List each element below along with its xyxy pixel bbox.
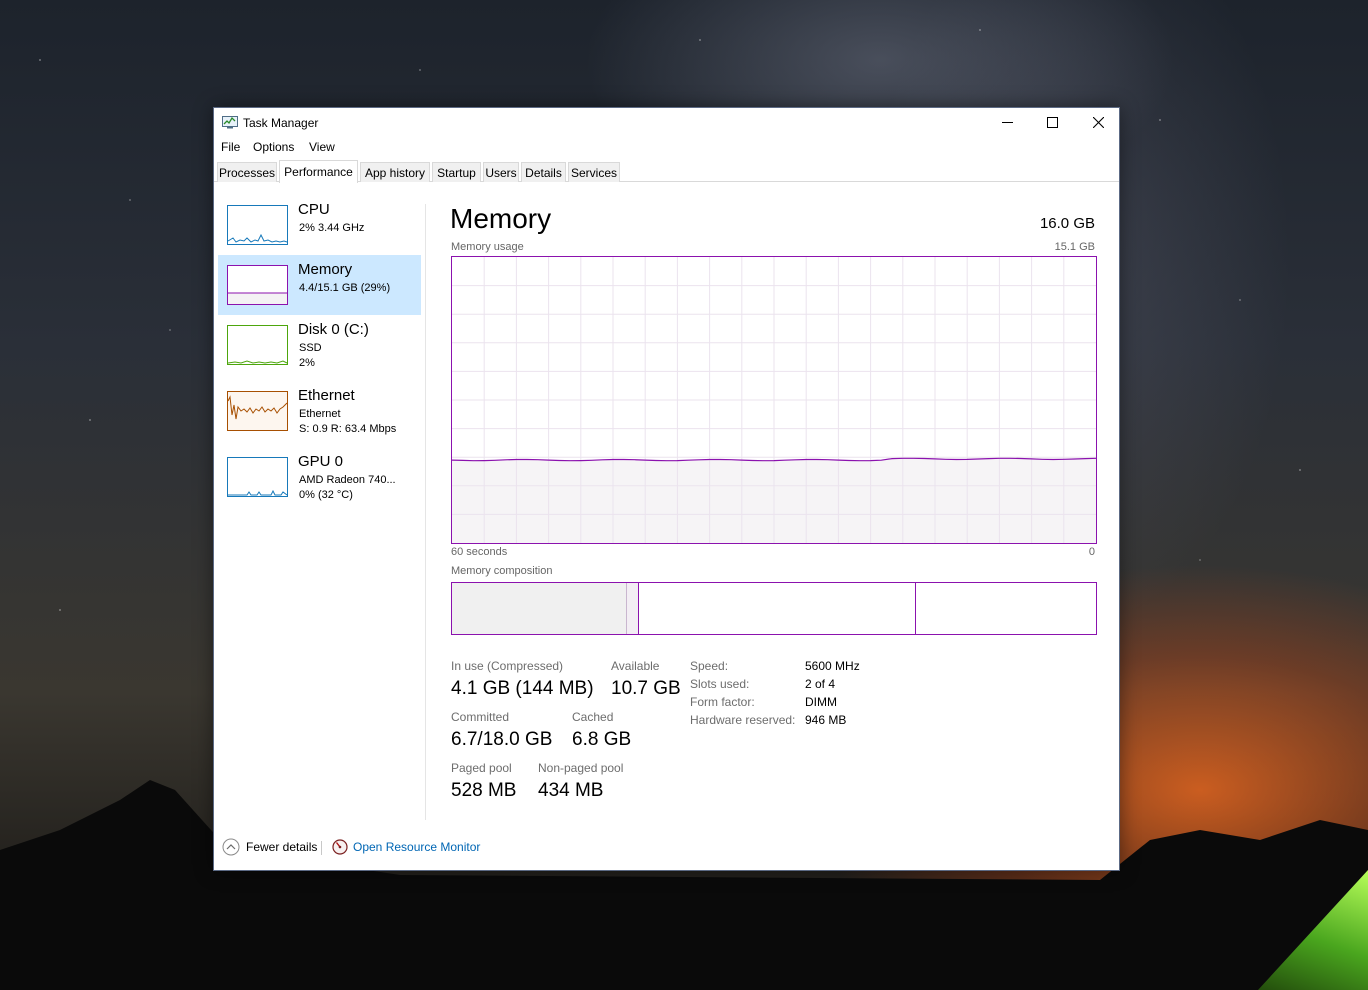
committed-value: 6.7/18.0 GB <box>451 729 553 750</box>
speed-label: Speed: <box>690 659 729 673</box>
maximize-icon <box>1046 116 1058 128</box>
maximize-button[interactable] <box>1029 108 1075 136</box>
footer-separator <box>321 841 322 855</box>
non-paged-pool-label: Non-paged pool <box>538 761 624 775</box>
tab-bar: Processes Performance App history Startu… <box>214 160 1119 183</box>
sidebar-item-detail: SSD <box>299 342 322 354</box>
menu-file[interactable]: File <box>221 140 240 154</box>
graph-axis-right-label: 0 <box>1088 546 1095 558</box>
tab-processes[interactable]: Processes <box>217 162 277 182</box>
sidebar-item-label: CPU <box>298 201 330 218</box>
menu-view[interactable]: View <box>309 140 335 154</box>
cached-value: 6.8 GB <box>572 729 632 750</box>
composition-in-use[interactable] <box>452 583 626 634</box>
paged-pool-value: 528 MB <box>451 780 517 801</box>
ethernet-thumbnail-graph <box>227 391 288 431</box>
hardware-reserved-value: 946 MB <box>805 713 847 727</box>
sidebar-item-label: Memory <box>298 261 353 278</box>
form-factor-label: Form factor: <box>690 695 755 709</box>
composition-modified[interactable] <box>625 583 639 634</box>
sidebar-item-label: Disk 0 (C:) <box>298 321 369 338</box>
fewer-details-label: Fewer details <box>246 840 318 854</box>
sidebar-item-memory[interactable]: Memory 4.4/15.1 GB (29%) <box>218 255 421 315</box>
sidebar-item-cpu[interactable]: CPU 2% 3.44 GHz <box>218 195 421 255</box>
cpu-thumbnail-graph <box>227 205 288 245</box>
sidebar-item-detail: 2% <box>299 357 315 369</box>
open-resource-monitor-link[interactable]: Open Resource Monitor <box>332 837 480 857</box>
minimize-icon <box>1001 121 1013 123</box>
sidebar-item-detail: 4.4/15.1 GB (29%) <box>299 282 391 294</box>
paged-pool-label: Paged pool <box>451 761 512 775</box>
disk-thumbnail-graph <box>227 325 288 365</box>
composition-free[interactable] <box>915 583 1096 634</box>
sidebar-item-ethernet[interactable]: Ethernet Ethernet S: 0.9 R: 63.4 Mbps <box>218 381 421 441</box>
close-button[interactable] <box>1075 108 1121 136</box>
sidebar-item-detail: 0% (32 °C) <box>299 489 353 501</box>
sidebar-item-disk[interactable]: Disk 0 (C:) SSD 2% <box>218 315 421 375</box>
memory-usage-graph <box>451 256 1097 544</box>
menu-options[interactable]: Options <box>253 140 294 154</box>
sidebar-item-detail: Ethernet <box>299 408 341 420</box>
slots-used-label: Slots used: <box>690 677 750 691</box>
open-resource-monitor-label: Open Resource Monitor <box>353 840 481 854</box>
slots-used-value: 2 of 4 <box>805 677 836 691</box>
committed-label: Committed <box>451 710 510 724</box>
tab-app-history[interactable]: App history <box>360 162 430 182</box>
graph-axis-left-label: 60 seconds <box>451 546 508 558</box>
tab-services[interactable]: Services <box>568 162 620 182</box>
memory-composition-label: Memory composition <box>451 565 553 577</box>
task-manager-window: Task Manager File Options View Processes… <box>213 107 1120 871</box>
form-factor-value: DIMM <box>805 695 837 709</box>
available-label: Available <box>611 659 660 673</box>
close-icon <box>1092 116 1104 128</box>
minimize-button[interactable] <box>984 108 1030 136</box>
sidebar-item-detail: S: 0.9 R: 63.4 Mbps <box>299 423 397 435</box>
tab-users[interactable]: Users <box>483 162 519 182</box>
in-use-label: In use (Compressed) <box>451 659 564 673</box>
sidebar-item-label: Ethernet <box>298 387 355 404</box>
panel-divider[interactable] <box>425 204 426 820</box>
hardware-reserved-label: Hardware reserved: <box>690 713 796 727</box>
non-paged-pool-value: 434 MB <box>538 780 604 801</box>
composition-standby[interactable] <box>638 583 916 634</box>
memory-thumbnail-graph <box>227 265 288 305</box>
available-value: 10.7 GB <box>611 678 681 699</box>
sidebar-item-gpu[interactable]: GPU 0 AMD Radeon 740... 0% (32 °C) <box>218 447 421 507</box>
tab-startup[interactable]: Startup <box>432 162 481 182</box>
speed-value: 5600 MHz <box>805 659 860 673</box>
task-manager-icon <box>222 116 238 129</box>
in-use-value: 4.1 GB (144 MB) <box>451 678 594 699</box>
memory-total: 16.0 GB <box>1039 215 1095 232</box>
cached-label: Cached <box>572 710 614 724</box>
window-title: Task Manager <box>243 116 319 130</box>
sidebar-item-label: GPU 0 <box>298 453 344 470</box>
memory-composition-bar <box>451 582 1097 635</box>
sidebar-item-detail: 2% 3.44 GHz <box>299 222 365 234</box>
tab-performance[interactable]: Performance <box>279 160 358 183</box>
fewer-details-button[interactable]: Fewer details <box>222 837 317 857</box>
tab-details[interactable]: Details <box>521 162 566 182</box>
gpu-thumbnail-graph <box>227 457 288 497</box>
page-title: Memory <box>450 203 552 234</box>
chevron-up-circle-icon <box>222 838 240 856</box>
memory-usage-label: Memory usage <box>451 241 524 253</box>
resource-monitor-icon <box>332 839 348 855</box>
sidebar-item-detail: AMD Radeon 740... <box>299 474 396 486</box>
memory-usage-max: 15.1 GB <box>1054 241 1095 253</box>
title-bar[interactable]: Task Manager <box>214 108 1119 136</box>
